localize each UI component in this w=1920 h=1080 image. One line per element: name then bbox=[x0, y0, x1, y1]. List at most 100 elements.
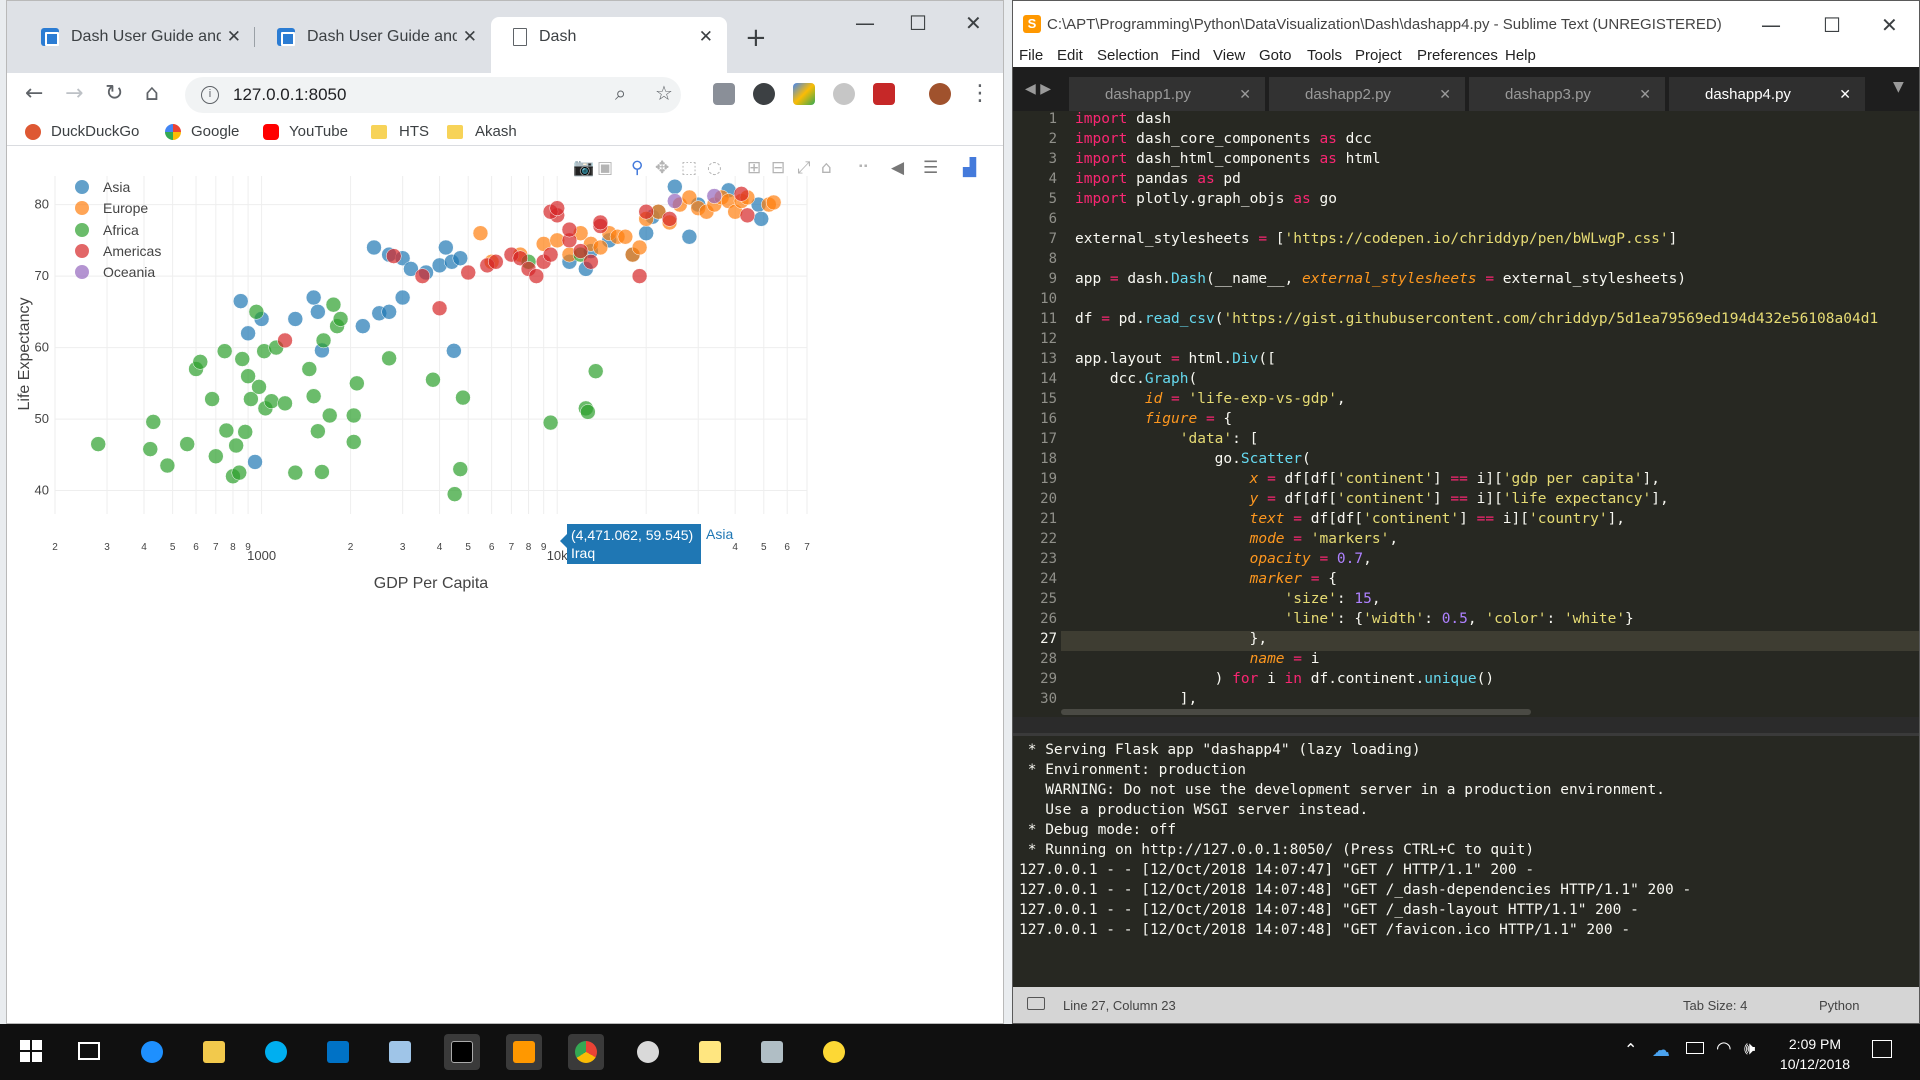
minimize-button[interactable]: — bbox=[1761, 13, 1781, 37]
tab-dashapp2[interactable]: dashapp2.py ✕ bbox=[1269, 77, 1465, 111]
info-icon[interactable]: i bbox=[201, 86, 219, 104]
line-number: 7 bbox=[1048, 231, 1057, 247]
menu-edit[interactable]: Edit bbox=[1057, 47, 1083, 64]
menu-icon[interactable]: ⋮ bbox=[969, 81, 991, 106]
taskbar-ie[interactable] bbox=[134, 1034, 170, 1070]
taskbar-cmd[interactable] bbox=[444, 1034, 480, 1070]
minimize-button[interactable]: — bbox=[855, 11, 875, 35]
extension-icon-3[interactable] bbox=[793, 83, 815, 105]
x-tick-label: 2 bbox=[52, 542, 58, 553]
close-window-button[interactable]: ✕ bbox=[965, 11, 982, 35]
battery-icon[interactable] bbox=[1686, 1042, 1704, 1054]
tab-size[interactable]: Tab Size: 4 bbox=[1683, 998, 1747, 1013]
extension-icon-1[interactable] bbox=[713, 83, 735, 105]
legend-item-oceania[interactable]: Oceania bbox=[75, 264, 155, 280]
code-editor[interactable]: 1 2 3 4 5 6 7 8 9 10 11 12 13 14 15 16 1… bbox=[1013, 111, 1919, 717]
windows-start-icon[interactable] bbox=[20, 1040, 42, 1062]
legend-item-europe[interactable]: Europe bbox=[75, 200, 148, 216]
legend-label: Oceania bbox=[103, 264, 156, 280]
menu-preferences[interactable]: Preferences bbox=[1417, 47, 1498, 64]
taskbar-sticky[interactable] bbox=[692, 1034, 728, 1070]
taskbar-sublime[interactable] bbox=[506, 1034, 542, 1070]
reload-icon[interactable]: ↻ bbox=[105, 81, 123, 106]
taskbar-photos[interactable] bbox=[754, 1034, 790, 1070]
taskbar-chrome[interactable] bbox=[568, 1034, 604, 1070]
legend-item-africa[interactable]: Africa bbox=[75, 222, 139, 238]
x-tick-label: 5 bbox=[465, 542, 471, 553]
onedrive-icon[interactable]: ☁ bbox=[1652, 1040, 1670, 1061]
menu-selection[interactable]: Selection bbox=[1097, 47, 1159, 64]
menu-help[interactable]: Help bbox=[1505, 47, 1536, 64]
tab-dash[interactable]: Dash ✕ bbox=[491, 17, 727, 73]
taskbar-outlook[interactable] bbox=[320, 1034, 356, 1070]
taskbar-explorer[interactable] bbox=[196, 1034, 232, 1070]
syntax-mode[interactable]: Python bbox=[1819, 998, 1859, 1013]
menu-project[interactable]: Project bbox=[1355, 47, 1402, 64]
address-bar[interactable]: i 127.0.0.1:8050 bbox=[185, 77, 681, 113]
close-tab-icon[interactable]: ✕ bbox=[1639, 86, 1651, 103]
extension-icon-2[interactable] bbox=[753, 83, 775, 105]
taskbar-skype[interactable] bbox=[258, 1034, 294, 1070]
taskbar-snipping[interactable] bbox=[630, 1034, 666, 1070]
hover-country: Iraq bbox=[571, 545, 596, 561]
taskbar-paint[interactable] bbox=[816, 1034, 852, 1070]
menu-find[interactable]: Find bbox=[1171, 47, 1200, 64]
task-view-icon[interactable] bbox=[78, 1042, 100, 1060]
zoom-icon[interactable]: ⌕ bbox=[615, 81, 626, 105]
data-point-africa bbox=[321, 407, 338, 424]
bookmark-google[interactable]: Google bbox=[165, 123, 239, 140]
tab-dashapp3[interactable]: dashapp3.py ✕ bbox=[1469, 77, 1665, 111]
bookmark-duckduckgo[interactable]: DuckDuckGo bbox=[25, 123, 139, 140]
tab-dashapp1[interactable]: dashapp1.py ✕ bbox=[1069, 77, 1265, 111]
back-icon[interactable]: ← bbox=[25, 81, 43, 106]
horizontal-scrollbar[interactable] bbox=[1061, 709, 1531, 715]
menu-file[interactable]: File bbox=[1019, 47, 1043, 64]
close-tab-icon[interactable]: ✕ bbox=[1439, 86, 1451, 103]
tab-menu-icon[interactable]: ▼ bbox=[1893, 79, 1904, 95]
legend-item-americas[interactable]: Americas bbox=[75, 243, 161, 259]
close-tab-icon[interactable]: ✕ bbox=[463, 27, 477, 47]
data-point-africa bbox=[425, 371, 441, 388]
clock[interactable]: 2:09 PM 10/12/2018 bbox=[1780, 1034, 1850, 1074]
data-point-africa bbox=[346, 407, 362, 424]
panel-toggle-icon[interactable] bbox=[1027, 997, 1045, 1010]
show-hidden-icons-icon[interactable]: ⌃ bbox=[1624, 1040, 1637, 1059]
profile-avatar[interactable] bbox=[929, 83, 951, 105]
tab-scroll-arrows-icon[interactable]: ◀ ▶ bbox=[1025, 81, 1051, 97]
tab-dashapp4[interactable]: dashapp4.py ✕ bbox=[1669, 77, 1865, 111]
data-point-africa bbox=[142, 441, 158, 457]
skype-icon bbox=[265, 1041, 287, 1063]
close-tab-icon[interactable]: ✕ bbox=[699, 27, 713, 47]
code-line: ) for i in df.continent.unique() bbox=[1075, 671, 1495, 687]
bookmark-akash[interactable]: Akash bbox=[447, 123, 517, 140]
menu-tools[interactable]: Tools bbox=[1307, 47, 1342, 64]
wifi-icon[interactable]: ◠ bbox=[1716, 1038, 1732, 1059]
close-tab-icon[interactable]: ✕ bbox=[1839, 86, 1851, 103]
close-tab-icon[interactable]: ✕ bbox=[1239, 86, 1251, 103]
close-tab-icon[interactable]: ✕ bbox=[227, 27, 241, 47]
taskbar-app[interactable] bbox=[382, 1034, 418, 1070]
menu-view[interactable]: View bbox=[1213, 47, 1245, 64]
close-window-button[interactable]: ✕ bbox=[1881, 13, 1898, 37]
tab-dash-user-guide-2[interactable]: Dash User Guide and D ✕ bbox=[255, 17, 491, 57]
extension-icon-5[interactable] bbox=[873, 83, 895, 105]
bookmark-star-icon[interactable]: ☆ bbox=[655, 81, 673, 105]
volume-icon[interactable]: 🕪 bbox=[1744, 1038, 1755, 1059]
legend-item-asia[interactable]: Asia bbox=[75, 179, 130, 195]
forward-icon[interactable]: → bbox=[65, 81, 83, 106]
chrome-window: Dash User Guide and D ✕ Dash User Guide … bbox=[6, 0, 1004, 1024]
home-icon[interactable]: ⌂ bbox=[145, 81, 159, 106]
paint-icon bbox=[823, 1041, 845, 1063]
tab-dash-user-guide-1[interactable]: Dash User Guide and D ✕ bbox=[19, 17, 255, 57]
extension-icon-4[interactable] bbox=[833, 83, 855, 105]
clock-date: 10/12/2018 bbox=[1779, 1056, 1850, 1072]
bookmark-hts[interactable]: HTS bbox=[371, 123, 429, 140]
new-tab-button[interactable]: + bbox=[745, 23, 767, 53]
code-line: import pandas as pd bbox=[1075, 171, 1241, 187]
scatter-chart[interactable]: 2345678910002345678910k2345674050607080G… bbox=[7, 146, 1003, 616]
notifications-icon[interactable] bbox=[1872, 1040, 1892, 1058]
maximize-button[interactable]: ☐ bbox=[909, 11, 927, 35]
menu-goto[interactable]: Goto bbox=[1259, 47, 1292, 64]
bookmark-youtube[interactable]: YouTube bbox=[263, 123, 348, 140]
maximize-button[interactable]: ☐ bbox=[1823, 13, 1841, 37]
